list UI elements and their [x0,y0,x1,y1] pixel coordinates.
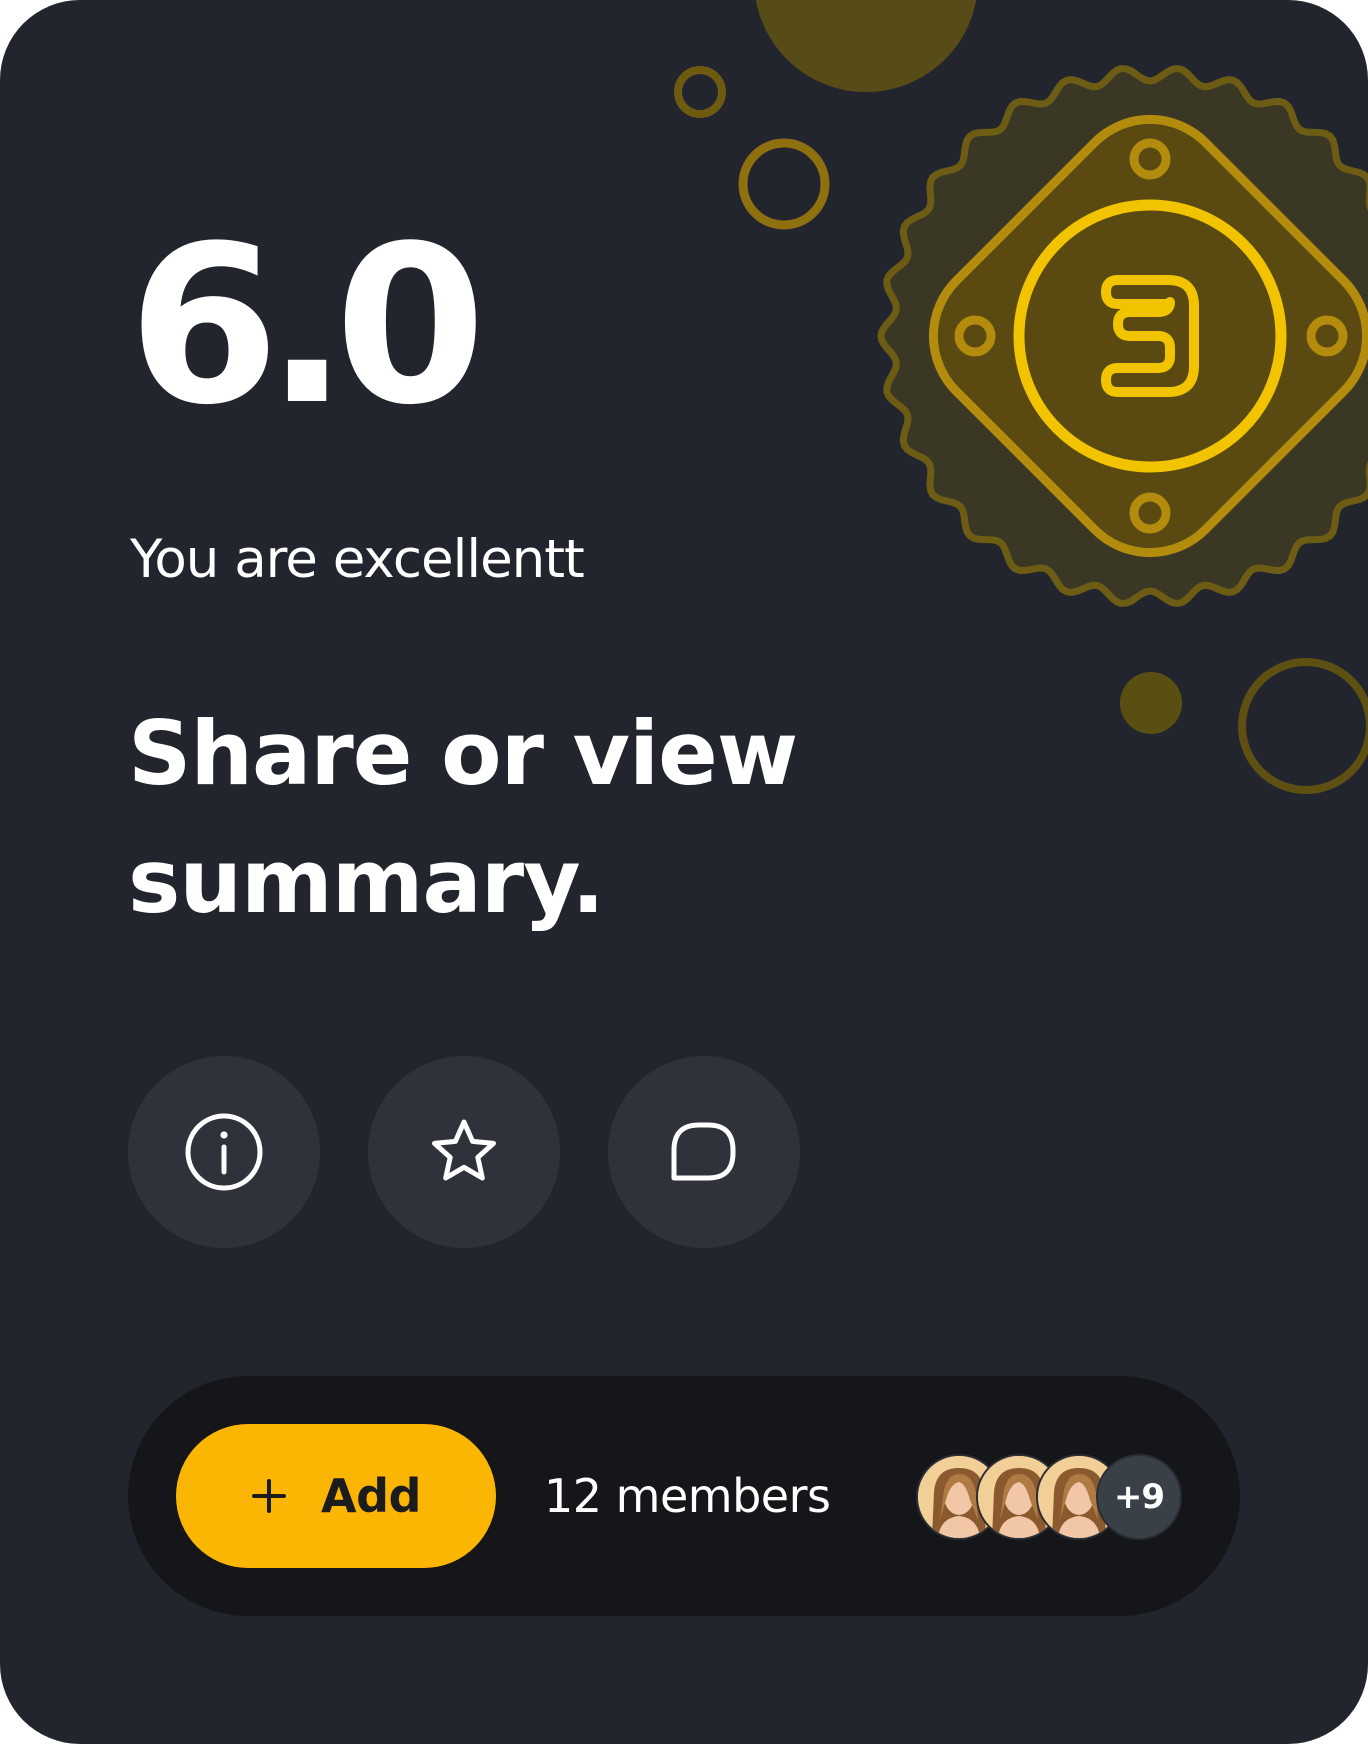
star-icon [432,1119,496,1181]
more-members-badge[interactable]: +9 [1096,1454,1182,1540]
members-count: 12 members [544,1469,831,1523]
plus-icon [252,1479,287,1513]
badge-scalloped-outline [877,64,1368,608]
member-avatars[interactable]: +9 [916,1454,1196,1540]
comment-button[interactable] [608,1056,800,1248]
decor-ring-medium [738,138,830,230]
decor-ring-large [1238,658,1368,794]
info-icon [185,1113,263,1191]
more-members-count: +9 [1113,1477,1165,1517]
headline-line-1: Share or view [128,702,798,805]
decor-ring-small [674,66,726,118]
badge-pin-left [954,315,996,357]
favorite-button[interactable] [368,1056,560,1248]
chat-bubble-icon [671,1122,736,1181]
achievement-badge [877,64,1368,608]
score-card: 6.0 You are excellentt Share or view sum… [0,0,1368,1744]
headline-line-2: summary. [128,830,605,933]
badge-inner-ring [1013,199,1287,473]
badge-pin-bottom [1129,492,1171,534]
add-button[interactable]: Add [176,1424,496,1568]
badge-number-3-icon [1101,275,1199,397]
badge-diamond [928,114,1368,558]
decor-dot-bottom [1120,672,1182,734]
badge-pin-top [1129,138,1171,180]
info-button[interactable] [128,1056,320,1248]
score-value: 6.0 [128,200,486,453]
badge-pin-right [1306,315,1348,357]
decor-dot-top [755,0,977,92]
members-bar: Add 12 members +9 [128,1376,1240,1616]
add-button-label: Add [321,1469,421,1523]
score-message: You are excellentt [130,529,585,590]
page-headline: Share or view summary. [128,690,888,946]
